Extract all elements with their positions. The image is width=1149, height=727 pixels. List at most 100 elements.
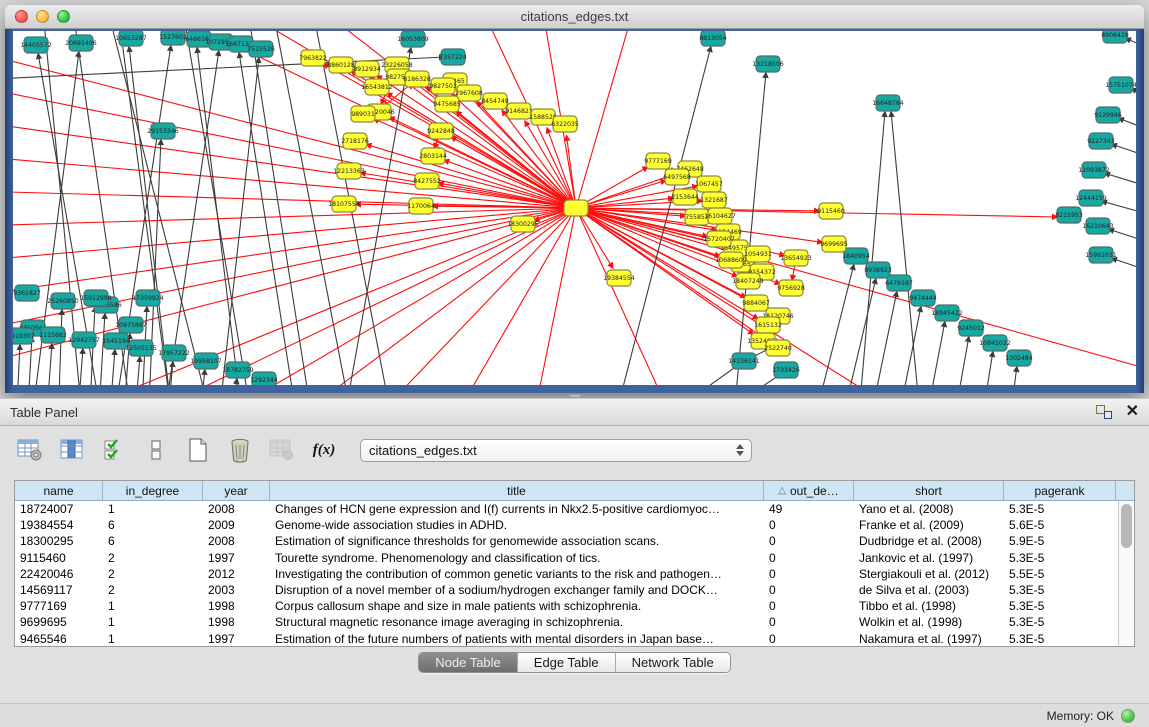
graph-node[interactable]: 9699695: [820, 236, 848, 252]
network-canvas[interactable]: 1440557220691406106532871527602646616010…: [13, 31, 1136, 385]
graph-node[interactable]: 3919307: [13, 328, 35, 344]
graph-node[interactable]: 8454749: [481, 93, 509, 109]
table-row[interactable]: 1830029562008Estimation of significance …: [15, 533, 1118, 549]
graph-node[interactable]: 14405572: [20, 37, 52, 53]
graph-node[interactable]: 10845022: [979, 335, 1011, 351]
graph-node[interactable]: 12444159: [1075, 190, 1107, 206]
window-titlebar[interactable]: citations_edges.txt: [5, 5, 1144, 29]
citation-network-graph[interactable]: 1440557220691406106532871527602646616010…: [13, 31, 1136, 385]
graph-node[interactable]: 1733426: [772, 362, 800, 378]
graph-node[interactable]: 10653287: [115, 31, 147, 46]
graph-node[interactable]: 7357224: [439, 49, 467, 65]
graph-node[interactable]: 12942757: [68, 332, 100, 348]
graph-node[interactable]: 1840954: [842, 248, 870, 264]
graph-node[interactable]: 16053809: [397, 31, 429, 47]
graph-node[interactable]: 16782759: [222, 362, 254, 378]
graph-node[interactable]: 1170064: [407, 198, 435, 214]
graph-node[interactable]: 8427552: [413, 173, 441, 189]
table-row[interactable]: 2242004622012Investigating the contribut…: [15, 566, 1118, 582]
graph-node[interactable]: 9242848: [427, 123, 455, 139]
graph-node[interactable]: 17957222: [158, 345, 190, 361]
graph-node[interactable]: 9245012: [957, 320, 985, 336]
graph-node[interactable]: 1302484: [1005, 350, 1033, 366]
row-height-icon[interactable]: [142, 436, 170, 464]
tab-node-table[interactable]: Node Table: [419, 653, 518, 672]
graph-node[interactable]: 18407249: [732, 273, 764, 289]
table-row[interactable]: 1938455462009Genome-wide association stu…: [15, 517, 1118, 533]
graph-node[interactable]: 12213363: [333, 163, 365, 179]
table-row[interactable]: 946554611997Estimation of the future num…: [15, 631, 1118, 647]
select-rows-icon[interactable]: [100, 436, 128, 464]
graph-node[interactable]: 14136141: [728, 353, 760, 369]
delete-table-icon[interactable]: [226, 436, 254, 464]
graph-node[interactable]: 9827503: [429, 78, 457, 94]
graph-node[interactable]: 1067457: [695, 176, 723, 192]
graph-node[interactable]: 7515526: [247, 41, 275, 57]
graph-node[interactable]: 2522740: [764, 340, 792, 356]
graph-node[interactable]: 1527602: [159, 31, 187, 45]
graph-node[interactable]: 9475685: [433, 96, 461, 112]
function-builder-icon[interactable]: f(x): [310, 436, 338, 464]
graph-node[interactable]: 2153644: [671, 189, 699, 205]
graph-node[interactable]: 8906428: [1101, 31, 1129, 43]
graph-node[interactable]: 9777169: [644, 153, 672, 169]
graph-node[interactable]: 989031: [351, 106, 375, 122]
graph-node[interactable]: 13654923: [780, 250, 812, 266]
float-panel-icon[interactable]: [1096, 405, 1112, 419]
graph-node[interactable]: 19958107: [190, 353, 222, 369]
graph-node[interactable]: 6322035: [551, 116, 579, 132]
graph-node[interactable]: 9884067: [742, 295, 770, 311]
graph-node[interactable]: 9129946: [1094, 107, 1122, 123]
vertical-scrollbar[interactable]: [1118, 501, 1134, 646]
table-select-dropdown[interactable]: citations_edges.txt: [360, 439, 752, 462]
graph-node[interactable]: 20691406: [65, 35, 97, 51]
graph-node[interactable]: 15751074: [1105, 77, 1136, 93]
column-header-name[interactable]: name: [15, 481, 103, 500]
graph-node[interactable]: 1321687: [700, 192, 728, 208]
graph-node[interactable]: 25260850: [47, 293, 79, 309]
graph-node[interactable]: 1115682: [39, 327, 67, 343]
tab-network-table[interactable]: Network Table: [616, 653, 730, 672]
graph-node[interactable]: 8186328: [403, 71, 431, 87]
graph-node[interactable]: 6497568: [663, 169, 691, 185]
graph-node[interactable]: 9474444: [909, 290, 937, 306]
table-row[interactable]: 977716911998Corpus callosum shape and si…: [15, 598, 1118, 614]
graph-node[interactable]: 16210643: [1082, 218, 1114, 234]
graph-node[interactable]: [564, 200, 588, 216]
graph-node[interactable]: 17359924: [132, 290, 164, 306]
graph-node[interactable]: 16543812: [361, 79, 393, 95]
tab-edge-table[interactable]: Edge Table: [518, 653, 616, 672]
graph-node[interactable]: 16104627: [704, 208, 736, 224]
graph-node[interactable]: 15720407: [703, 231, 735, 247]
column-header-title[interactable]: title: [270, 481, 764, 500]
table-row[interactable]: 969969511998Structural magnetic resonanc…: [15, 614, 1118, 630]
create-table-icon[interactable]: [184, 436, 212, 464]
graph-node[interactable]: 1054931: [744, 246, 772, 262]
graph-node[interactable]: 7963822: [299, 50, 327, 66]
scrollbar-thumb[interactable]: [1121, 504, 1132, 548]
graph-node[interactable]: 1292344: [250, 372, 278, 385]
graph-node[interactable]: 19384554: [603, 270, 635, 286]
graph-node[interactable]: 9361827: [13, 285, 41, 301]
column-header-short[interactable]: short: [854, 481, 1004, 500]
graph-node[interactable]: 9756928: [777, 280, 805, 296]
graph-node[interactable]: 18945422: [931, 305, 963, 321]
graph-node[interactable]: 16648784: [872, 95, 904, 111]
table-row[interactable]: 1456911722003Disruption of a novel membe…: [15, 582, 1118, 598]
graph-node[interactable]: 12093872: [1078, 162, 1110, 178]
graph-node[interactable]: 9227343: [1087, 133, 1115, 149]
graph-node[interactable]: 18300295: [507, 216, 539, 232]
graph-node[interactable]: 13218506: [752, 56, 784, 72]
graph-node[interactable]: 2718176: [341, 133, 369, 149]
column-header-pagerank[interactable]: pagerank: [1004, 481, 1116, 500]
column-header-year[interactable]: year: [203, 481, 270, 500]
graph-node[interactable]: 15912998: [80, 290, 112, 306]
graph-node[interactable]: 8938923: [864, 262, 892, 278]
graph-node[interactable]: 8215953: [1055, 207, 1083, 223]
column-header-in_degree[interactable]: in_degree: [103, 481, 203, 500]
show-columns-icon[interactable]: [58, 436, 86, 464]
graph-node[interactable]: 10688609: [715, 252, 747, 268]
graph-node[interactable]: 1615132: [754, 317, 782, 333]
graph-node[interactable]: 8813054: [699, 31, 727, 46]
graph-node[interactable]: 15992031: [1085, 247, 1117, 263]
